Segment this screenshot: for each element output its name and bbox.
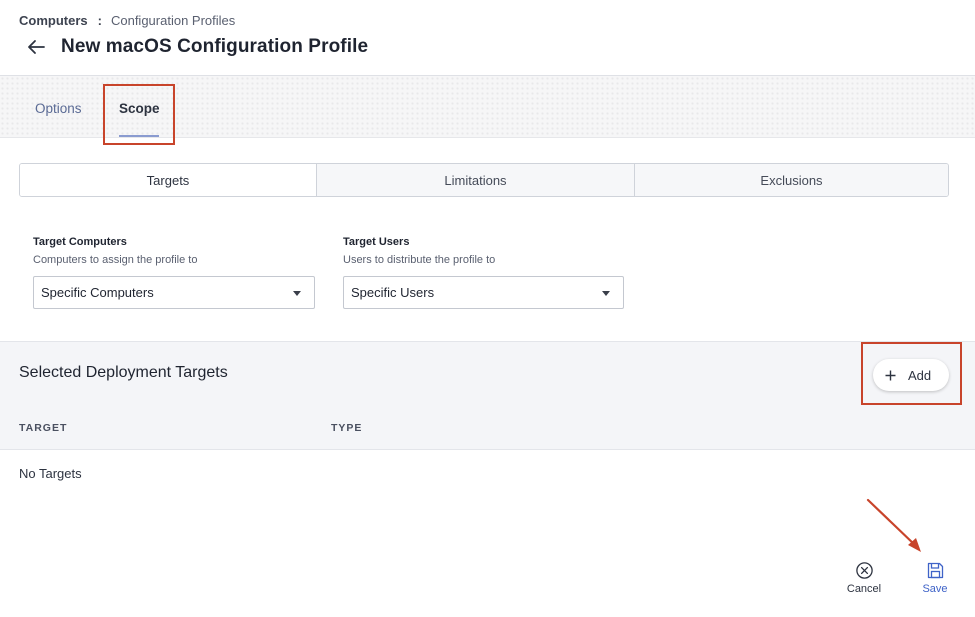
title-row: New macOS Configuration Profile [26, 36, 368, 58]
segment-exclusions[interactable]: Exclusions [634, 164, 948, 196]
breadcrumb-computers[interactable]: Computers [19, 13, 88, 28]
plus-icon [885, 370, 896, 380]
save-icon [927, 562, 943, 579]
page-header: Computers : Configuration Profiles New m… [0, 0, 975, 76]
column-header-type: TYPE [331, 422, 363, 434]
target-computers-value: Specific Computers [41, 285, 154, 300]
page-title: New macOS Configuration Profile [61, 36, 369, 57]
save-label: Save [922, 583, 948, 595]
target-computers-select[interactable]: Specific Computers [33, 276, 315, 309]
segment-limitations[interactable]: Limitations [316, 164, 634, 196]
deployment-targets-panel: Selected Deployment Targets Add TARGET T… [0, 341, 975, 450]
target-users-select[interactable]: Specific Users [343, 276, 624, 309]
add-target-label: Add [908, 367, 932, 383]
tab-active-indicator [119, 135, 159, 137]
target-computers-field: Target Computers Computers to assign the… [33, 236, 315, 309]
breadcrumb-configuration-profiles[interactable]: Configuration Profiles [111, 13, 235, 28]
target-users-value: Specific Users [351, 285, 435, 300]
empty-targets-message: No Targets [19, 466, 82, 481]
target-computers-help: Computers to assign the profile to [33, 254, 198, 266]
save-button[interactable]: Save [910, 561, 960, 595]
segment-targets[interactable]: Targets [20, 164, 316, 196]
close-circle-icon [855, 562, 873, 579]
target-computers-label: Target Computers [33, 236, 127, 248]
cancel-button[interactable]: Cancel [839, 561, 889, 595]
chevron-down-icon [602, 291, 610, 296]
breadcrumb-separator: : [97, 13, 102, 28]
column-header-target: TARGET [19, 422, 68, 434]
arrow-left-icon[interactable] [26, 37, 46, 57]
tab-options[interactable]: Options [35, 101, 82, 116]
deployment-targets-title: Selected Deployment Targets [19, 364, 228, 381]
annotation-arrow-icon [866, 498, 921, 552]
scope-segmented-control: Targets Limitations Exclusions [19, 163, 949, 197]
cancel-label: Cancel [846, 583, 882, 595]
add-target-button[interactable]: Add [873, 359, 949, 391]
breadcrumb: Computers : Configuration Profiles [19, 13, 235, 28]
profile-tabs: Options Scope [0, 76, 975, 138]
tab-scope[interactable]: Scope [119, 101, 160, 116]
target-users-help: Users to distribute the profile to [343, 254, 496, 266]
chevron-down-icon [293, 291, 301, 296]
target-users-field: Target Users Users to distribute the pro… [343, 236, 624, 309]
target-users-label: Target Users [343, 236, 410, 248]
